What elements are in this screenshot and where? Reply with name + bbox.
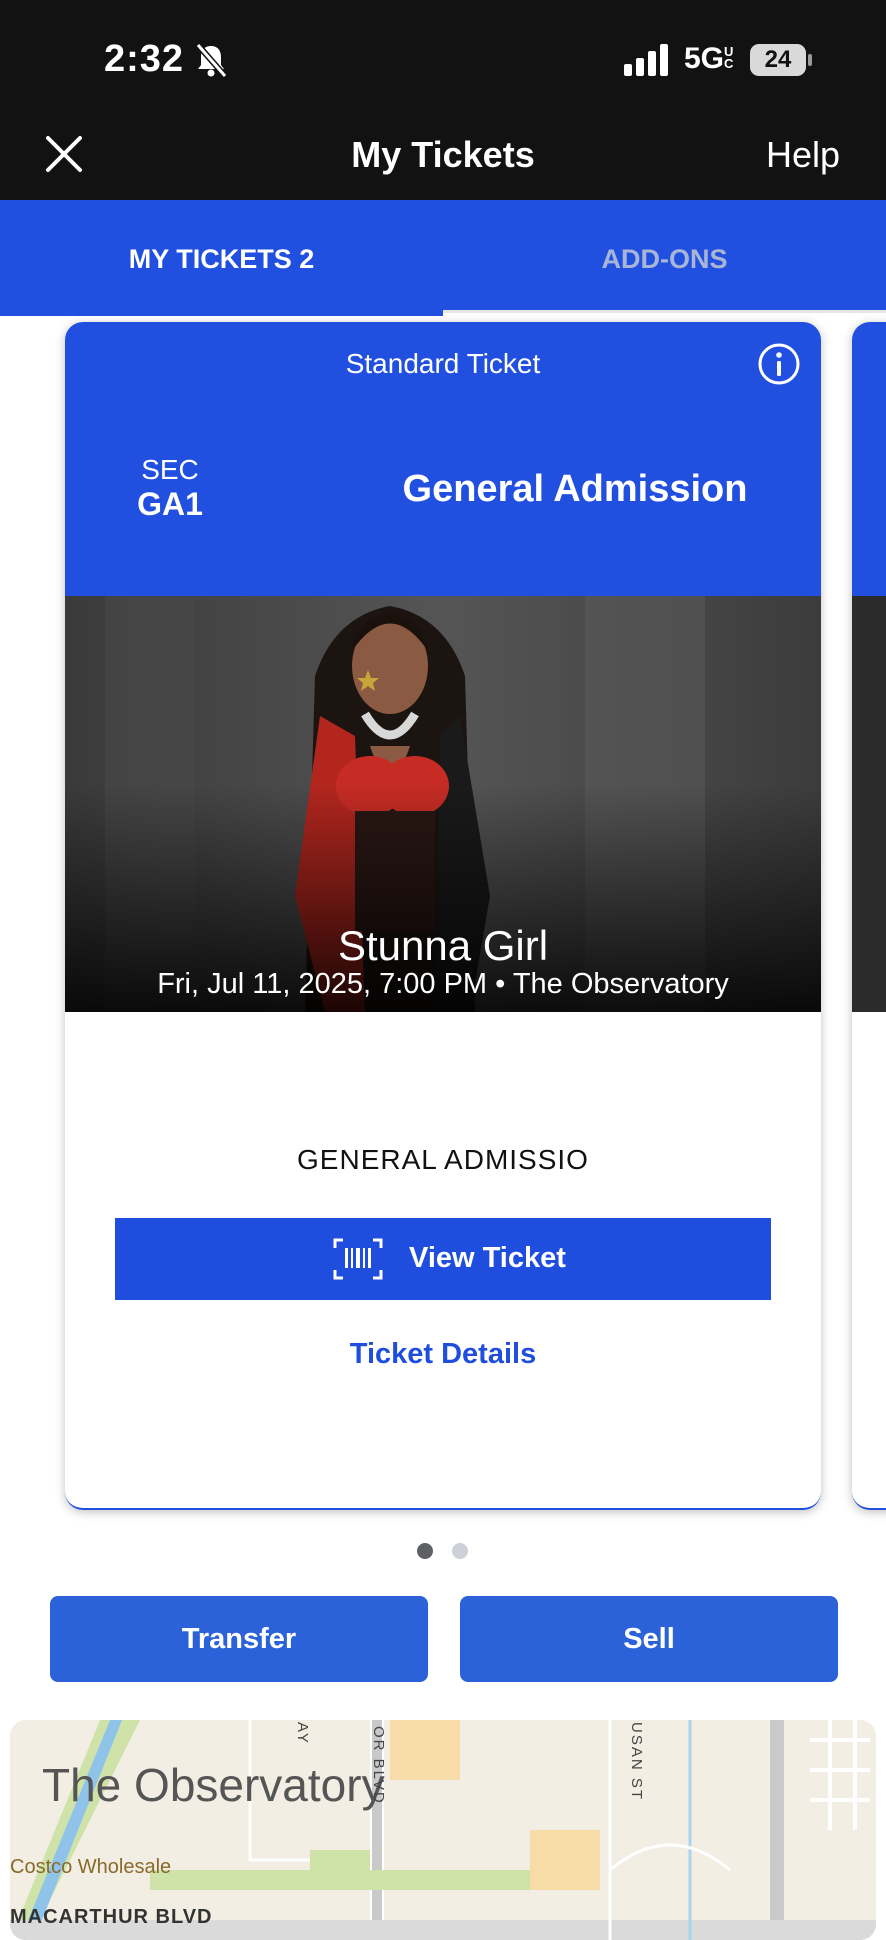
map-label-macarthur: MACARTHUR BLVD bbox=[10, 1906, 213, 1928]
network-label: 5G bbox=[684, 42, 725, 75]
active-tab-indicator bbox=[0, 308, 443, 316]
view-ticket-button[interactable]: View Ticket bbox=[115, 1218, 771, 1300]
venue-map[interactable]: The Observatory Costco Wholesale MACARTH… bbox=[10, 1720, 876, 1940]
map-label-bristol: OR BLVD bbox=[370, 1726, 387, 1805]
tab-add-ons[interactable]: ADD-ONS bbox=[443, 200, 886, 310]
map-label-top: AY bbox=[294, 1722, 311, 1745]
page-title: My Tickets bbox=[351, 134, 535, 175]
section-value: GA1 bbox=[137, 486, 203, 522]
sell-button[interactable]: Sell bbox=[460, 1596, 838, 1682]
status-time: 2:32 bbox=[104, 38, 185, 80]
map-label-susan: USAN ST bbox=[628, 1722, 645, 1802]
tab-divider bbox=[443, 310, 886, 313]
bell-muted-icon bbox=[195, 43, 228, 78]
pager-dot[interactable] bbox=[452, 1543, 468, 1559]
ticket-type: Standard Ticket bbox=[345, 348, 541, 379]
section-label: SEC bbox=[141, 454, 199, 485]
battery-icon: 24 bbox=[750, 44, 812, 76]
ticket-details-link[interactable]: Ticket Details bbox=[65, 1338, 821, 1371]
event-date-venue: Fri, Jul 11, 2025, 7:00 PM • The Observa… bbox=[157, 968, 729, 1000]
network-type: 5GUC bbox=[684, 42, 736, 76]
next-ticket-photo bbox=[852, 596, 886, 1012]
ticket-card[interactable]: Standard Ticket SEC GA1 General Admissio… bbox=[65, 322, 821, 1510]
access-label: GENERAL ADMISSIO bbox=[297, 1144, 589, 1175]
tab-my-tickets[interactable]: MY TICKETS 2 bbox=[0, 200, 443, 310]
transfer-button[interactable]: Transfer bbox=[50, 1596, 428, 1682]
map-label-costco: Costco Wholesale bbox=[10, 1856, 172, 1878]
signal-icon bbox=[624, 44, 668, 76]
network-suffix: UC bbox=[724, 44, 734, 71]
ticket-card-header: Standard Ticket SEC GA1 General Admissio… bbox=[65, 322, 821, 596]
app-header: 2:32 5GUC 24 My Tickets Help bbox=[0, 0, 886, 200]
info-icon[interactable] bbox=[757, 342, 801, 386]
barcode-icon bbox=[333, 1238, 383, 1280]
pager-dot-active[interactable] bbox=[417, 1543, 433, 1559]
next-ticket-card[interactable] bbox=[852, 322, 886, 1510]
battery-cap bbox=[808, 54, 812, 66]
battery-level: 24 bbox=[750, 44, 806, 76]
help-link[interactable]: Help bbox=[766, 134, 840, 176]
artist-name: Stunna Girl bbox=[337, 922, 549, 969]
admission-type: General Admission bbox=[402, 468, 748, 510]
map-venue-name: The Observatory bbox=[42, 1759, 385, 1811]
view-ticket-label: View Ticket bbox=[409, 1242, 566, 1274]
tab-bar: MY TICKETS 2 ADD-ONS bbox=[0, 200, 886, 310]
next-ticket-card-header bbox=[852, 322, 886, 596]
